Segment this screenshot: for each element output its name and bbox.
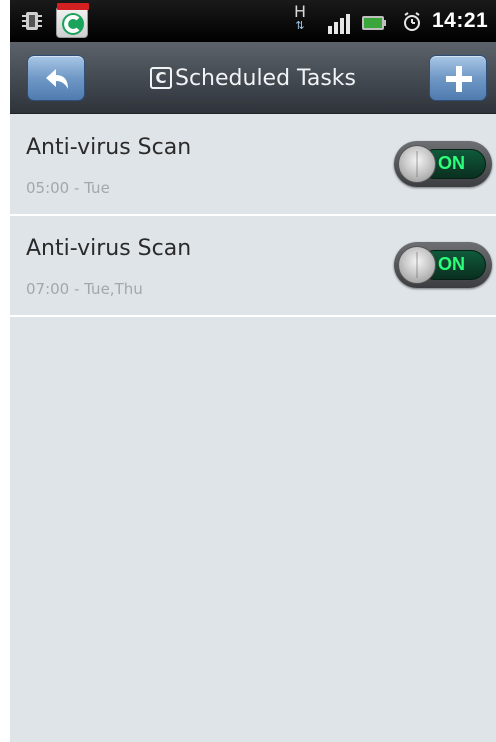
data-arrows-icon: ⇅ [295,19,305,32]
battery-icon [362,16,386,30]
task-schedule: 05:00 - Tue [26,179,110,197]
task-row[interactable]: Anti-virus Scan 07:00 - Tue,Thu ON [10,216,496,317]
alarm-clock-icon [404,12,420,31]
toggle-knob [398,246,436,284]
phone-screen: H ⇅ 14:21 C Scheduled Tasks Anti-virus S… [10,0,496,742]
app-badge [57,3,89,10]
page-title-text: Scheduled Tasks [175,65,356,91]
task-toggle[interactable]: ON [394,141,492,187]
comodo-app-icon [56,3,89,38]
comodo-logo-icon [62,13,84,35]
task-schedule: 07:00 - Tue,Thu [26,280,143,298]
back-arrow-icon [46,69,68,89]
add-task-button[interactable] [429,55,487,101]
status-bar: H ⇅ 14:21 [10,0,496,42]
task-name: Anti-virus Scan [26,135,192,160]
task-row[interactable]: Anti-virus Scan 05:00 - Tue ON [10,115,496,216]
back-button[interactable] [27,55,85,101]
task-toggle[interactable]: ON [394,242,492,288]
title-bar: C Scheduled Tasks [10,42,496,114]
toggle-label: ON [438,254,465,274]
plus-icon [446,66,472,92]
task-name: Anti-virus Scan [26,236,192,261]
toggle-knob [398,145,436,183]
signal-icon [328,14,350,34]
network-type-indicator: H ⇅ [294,4,306,32]
task-list: Anti-virus Scan 05:00 - Tue ON Anti-viru… [10,115,496,317]
comodo-c-logo-icon: C [150,67,172,89]
toggle-label: ON [438,153,465,173]
clock-time: 14:21 [432,9,489,32]
chip-icon [22,12,42,30]
